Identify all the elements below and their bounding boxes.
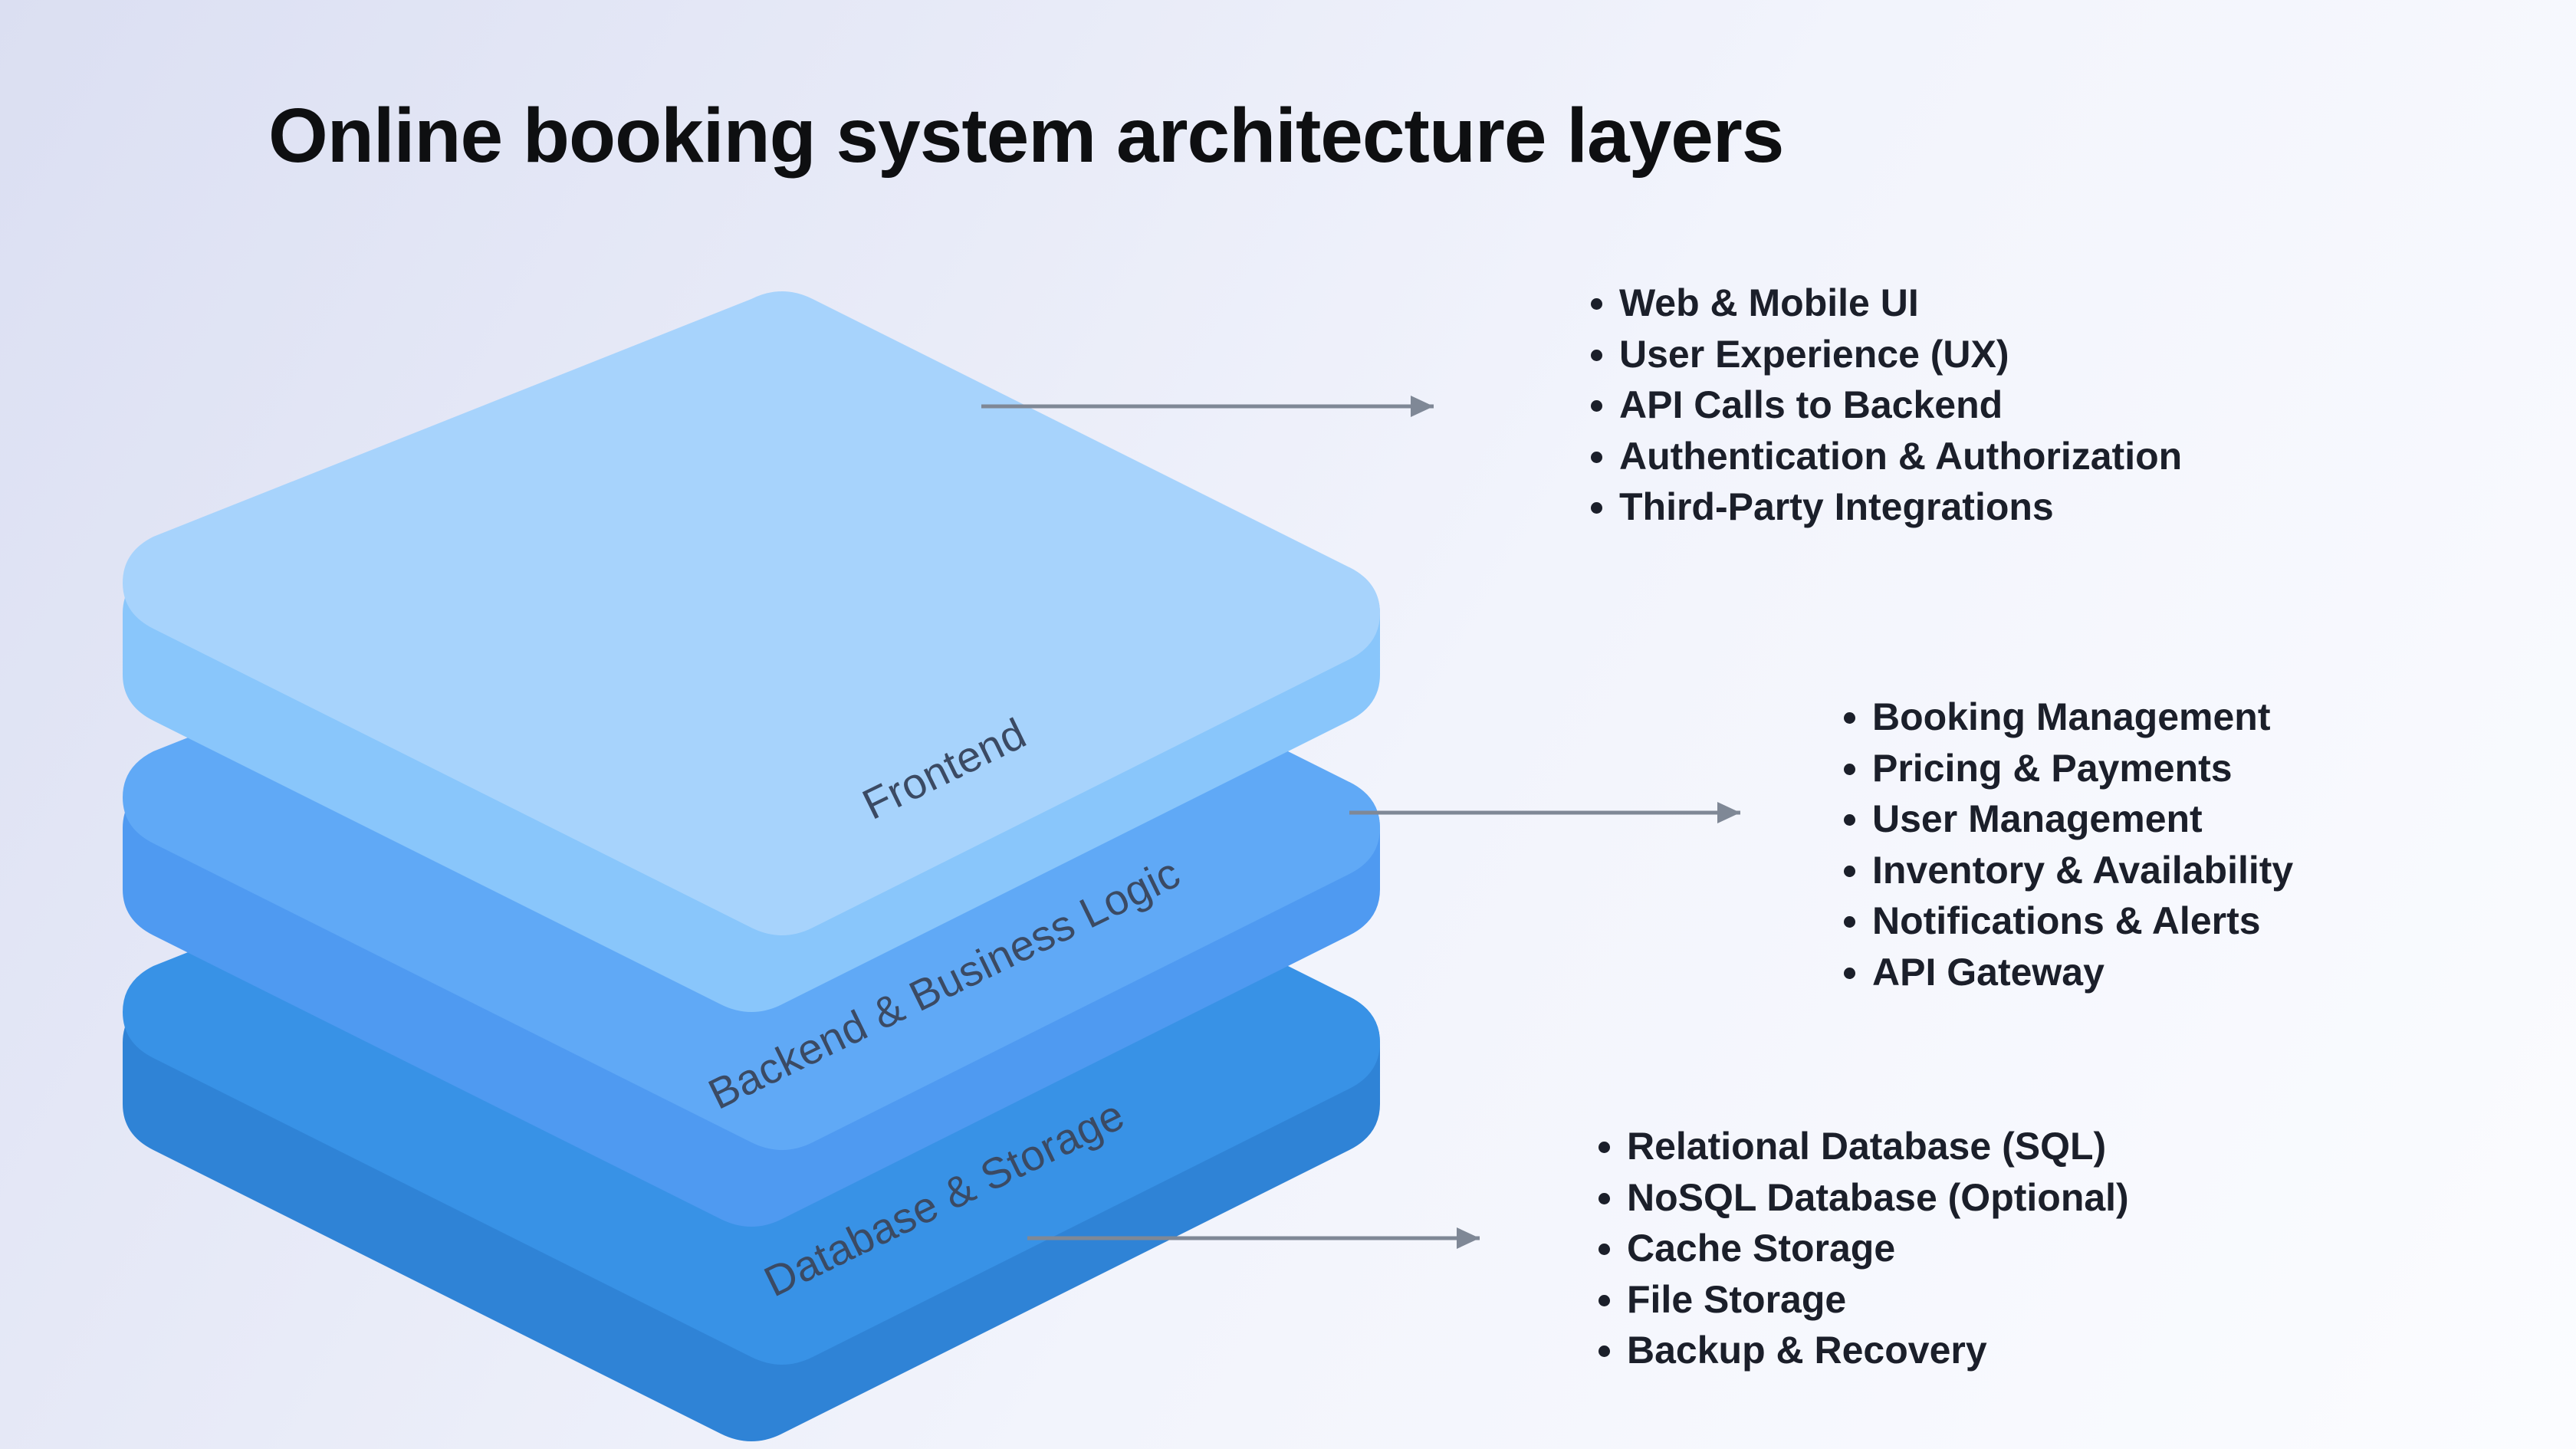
diagram-title: Online booking system architecture layer… — [268, 92, 1783, 180]
list-item: Inventory & Availability — [1872, 846, 2293, 895]
bullet-block-frontend: Web & Mobile UI User Experience (UX) API… — [1572, 276, 2182, 534]
arrow-icon — [1349, 790, 1763, 836]
list-item: Cache Storage — [1627, 1224, 2129, 1273]
list-item: Authentication & Authorization — [1619, 432, 2182, 481]
list-item: Backup & Recovery — [1627, 1326, 2129, 1375]
list-item: Notifications & Alerts — [1872, 897, 2293, 945]
bullet-block-database: Relational Database (SQL) NoSQL Database… — [1579, 1119, 2129, 1378]
list-item: NoSQL Database (Optional) — [1627, 1174, 2129, 1222]
list-item: Booking Management — [1872, 693, 2293, 741]
layer-stack: Database & Storage Backend & Business Lo… — [92, 291, 1411, 1349]
list-item: File Storage — [1627, 1276, 2129, 1324]
arrow-icon — [1027, 1215, 1503, 1261]
bullet-block-backend: Booking Management Pricing & Payments Us… — [1825, 690, 2293, 999]
list-item: Relational Database (SQL) — [1627, 1122, 2129, 1171]
list-item: User Management — [1872, 795, 2293, 843]
list-item: Pricing & Payments — [1872, 744, 2293, 793]
list-item: API Gateway — [1872, 948, 2293, 997]
arrow-icon — [981, 383, 1457, 429]
list-item: User Experience (UX) — [1619, 330, 2182, 379]
list-item: Web & Mobile UI — [1619, 279, 2182, 327]
list-item: Third-Party Integrations — [1619, 483, 2182, 531]
list-item: API Calls to Backend — [1619, 381, 2182, 429]
